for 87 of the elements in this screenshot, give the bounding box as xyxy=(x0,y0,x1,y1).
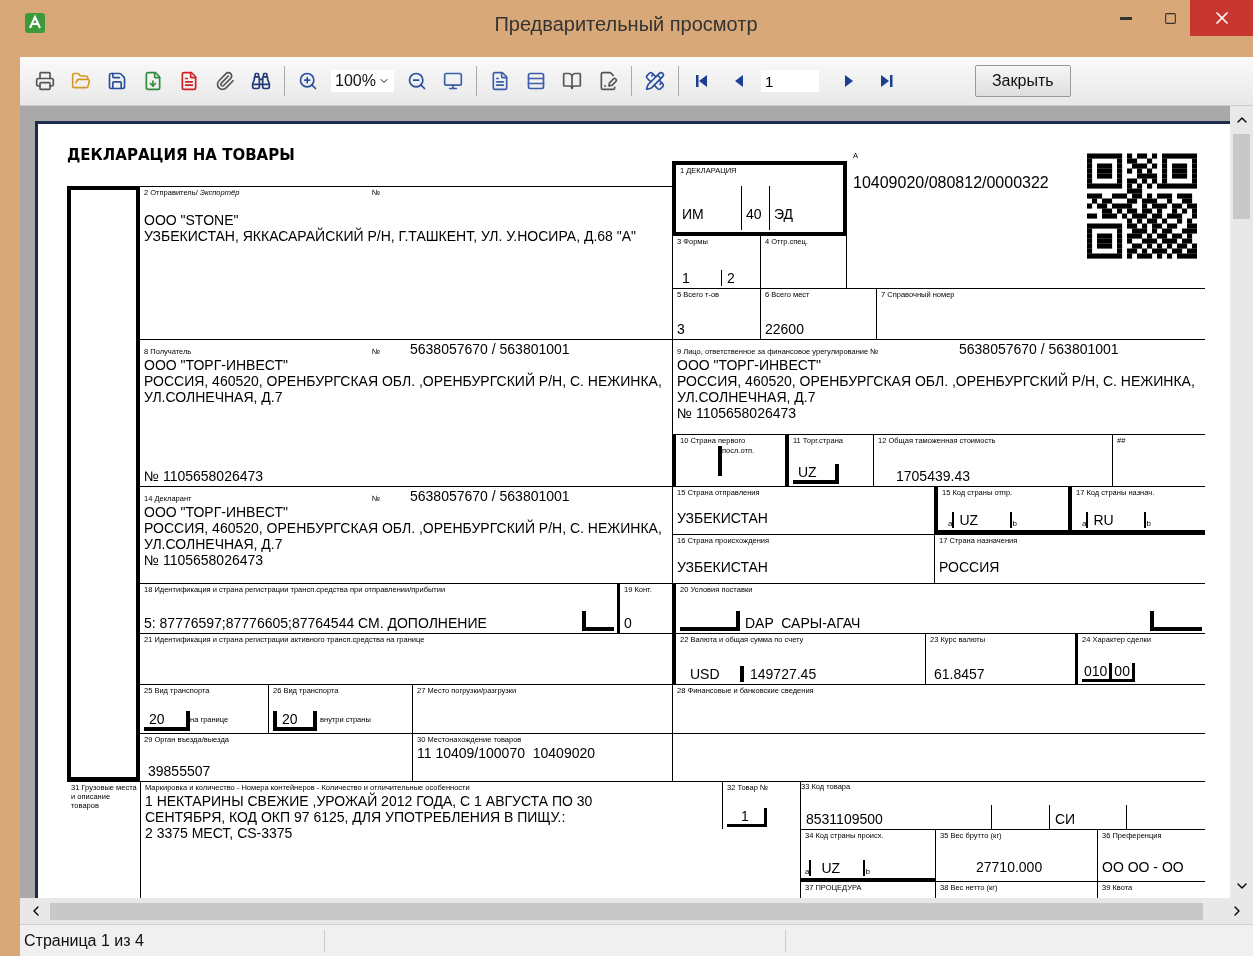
field-value: 0 xyxy=(624,615,632,631)
declaration-number: 10409020/080812/0000322 xyxy=(853,175,1050,191)
field-value: 11 10409/100070 10409020 xyxy=(417,745,597,761)
zoom-select[interactable]: 100% xyxy=(331,70,394,92)
field-value: 8531109500 xyxy=(805,810,884,829)
bracket-mark xyxy=(1150,611,1202,631)
field-value: 1705439.43 xyxy=(895,468,970,484)
field-value: РОССИЯ, 460520, ОРЕНБУРГСКАЯ ОБЛ. ,ОРЕНБУРГСКИЙ Р/Н, С. НЕЖИНКА, УЛ.СОЛНЕЧНАЯ, Д.7 xyxy=(144,520,663,552)
field-value: 22600 xyxy=(765,321,804,337)
scrollbar-thumb[interactable] xyxy=(1233,134,1250,219)
field-value: 149727.45 xyxy=(749,666,817,682)
field-value: № 1105658026473 xyxy=(677,405,798,421)
field-value: СИ xyxy=(1049,805,1126,829)
field-label: a xyxy=(1082,520,1087,528)
field-value: 1 xyxy=(727,808,767,827)
field-label: b xyxy=(865,868,870,876)
zoom-in-icon xyxy=(298,71,318,91)
binoculars-icon xyxy=(251,71,271,91)
field-value: 1 xyxy=(681,270,691,286)
field-value: 5: 87776597;87776605;87764544 СМ. ДОПОЛНЕНИЕ xyxy=(144,615,488,631)
field-value: РОССИЯ xyxy=(939,559,1000,575)
field-value: 1 НЕКТАРИНЫ СВЕЖИЕ ,УРОЖАЙ 2012 ГОДА, С 1 АВГУСТА ПО 30 СЕНТЯБРЯ, КОД ОКП 97 6125, ДЛЯ УПОТРЕБЛЕНИЯ В ПИЩУ.: xyxy=(145,793,594,825)
field-value: УЗБЕКИСТАН xyxy=(677,559,768,575)
field-value: ООО "ТОРГ-ИНВЕСТ" xyxy=(144,357,289,373)
field-value: 3 xyxy=(677,321,685,337)
field-value: № 1105658026473 xyxy=(144,468,264,484)
field-label: b xyxy=(1012,520,1017,528)
field-value: 2 3375 МЕСТ, CS-3375 xyxy=(145,825,294,841)
horizontal-scrollbar[interactable] xyxy=(20,898,1253,924)
field-value: ООО "ТОРГ-ИНВЕСТ" xyxy=(677,357,822,373)
field-value: UZ xyxy=(809,860,866,876)
paperclip-icon xyxy=(215,71,235,91)
document-title: ДЕКЛАРАЦИЯ НА ТОВАРЫ xyxy=(67,145,296,166)
field-value: 010 xyxy=(1082,663,1113,682)
field-value: УЗБЕКИСТАН, ЯККАСАРАЙСКИЙ Р/Н, Г.ТАШКЕНТ, УЛ. У.НОСИРА, Д.68 "А" xyxy=(144,228,638,244)
field-value: ООО "STONE" xyxy=(144,212,240,228)
field-value: 61.8457 xyxy=(933,666,985,682)
field-value: ОО ОО - ОО xyxy=(1102,859,1184,875)
scrollbar-thumb[interactable] xyxy=(50,902,1203,920)
field-value: 2 xyxy=(721,270,761,286)
page-number-field[interactable]: 1 xyxy=(760,70,819,92)
field-label: a xyxy=(805,868,810,876)
field-label: a xyxy=(948,520,953,528)
field-value: 00 xyxy=(1112,663,1135,682)
field-value: 5638057670 / 563801001 xyxy=(959,341,1120,357)
zoom-out-icon xyxy=(406,71,427,91)
page-status-text: Страница 1 из 4 xyxy=(23,931,145,950)
close-preview-button[interactable]: Закрыть xyxy=(974,65,1071,97)
field-value: 5638057670 / 563801001 xyxy=(410,341,571,357)
field-value: № 1105658026473 xyxy=(144,552,265,568)
first-page-icon xyxy=(694,73,709,89)
folder-icon xyxy=(71,71,91,91)
field-value: ЭД xyxy=(769,186,839,230)
field-value: 27710.000 xyxy=(975,859,1043,875)
rows-icon xyxy=(525,71,546,91)
last-page-icon xyxy=(878,73,893,89)
save-icon xyxy=(107,71,127,91)
field-value: РОССИЯ, 460520, ОРЕНБУРГСКАЯ ОБЛ. ,ОРЕНБУРГСКИЙ Р/Н, С. НЕЖИНКА, УЛ.СОЛНЕЧНАЯ, Д.7 xyxy=(144,373,663,405)
field-value: ИМ xyxy=(681,205,705,224)
field-value: 20 xyxy=(273,711,317,731)
printer-icon xyxy=(35,71,55,91)
window-title: Предварительный просмотр xyxy=(493,13,759,36)
close-button[interactable] xyxy=(1190,0,1253,36)
field-value: UZ xyxy=(952,512,1013,528)
field-value: UZ xyxy=(793,464,839,484)
field-value: RU xyxy=(1086,512,1147,528)
pencil-ruler-icon xyxy=(644,71,665,91)
file-download-icon xyxy=(143,71,163,91)
field-value: DAP САРЫ-АГАЧ xyxy=(744,615,862,631)
app-icon xyxy=(24,11,46,34)
document-icon xyxy=(179,71,199,91)
field-value: РОССИЯ, 460520, ОРЕНБУРГСКАЯ ОБЛ. ,ОРЕНБУРГСКИЙ Р/Н, С. НЕЖИНКА, УЛ.СОЛНЕЧНАЯ, Д.7 xyxy=(677,373,1196,405)
field-value: 40 xyxy=(741,186,769,230)
minimize-icon xyxy=(1120,16,1132,20)
monitor-icon xyxy=(442,71,463,91)
book-icon xyxy=(561,71,582,91)
field-value: 39855507 xyxy=(147,763,211,779)
vertical-scrollbar[interactable] xyxy=(1230,106,1253,898)
field-value: 5638057670 / 563801001 xyxy=(410,488,571,504)
field-value: УЗБЕКИСТАН xyxy=(677,510,768,526)
bracket-mark xyxy=(582,611,614,631)
field-value: USD xyxy=(680,666,744,682)
field-label: b xyxy=(1146,520,1151,528)
field-value: 20 xyxy=(144,711,190,731)
field-value: ООО "ТОРГ-ИНВЕСТ" xyxy=(144,504,289,520)
bracket-mark xyxy=(680,611,740,631)
maximize-icon xyxy=(1163,11,1177,25)
